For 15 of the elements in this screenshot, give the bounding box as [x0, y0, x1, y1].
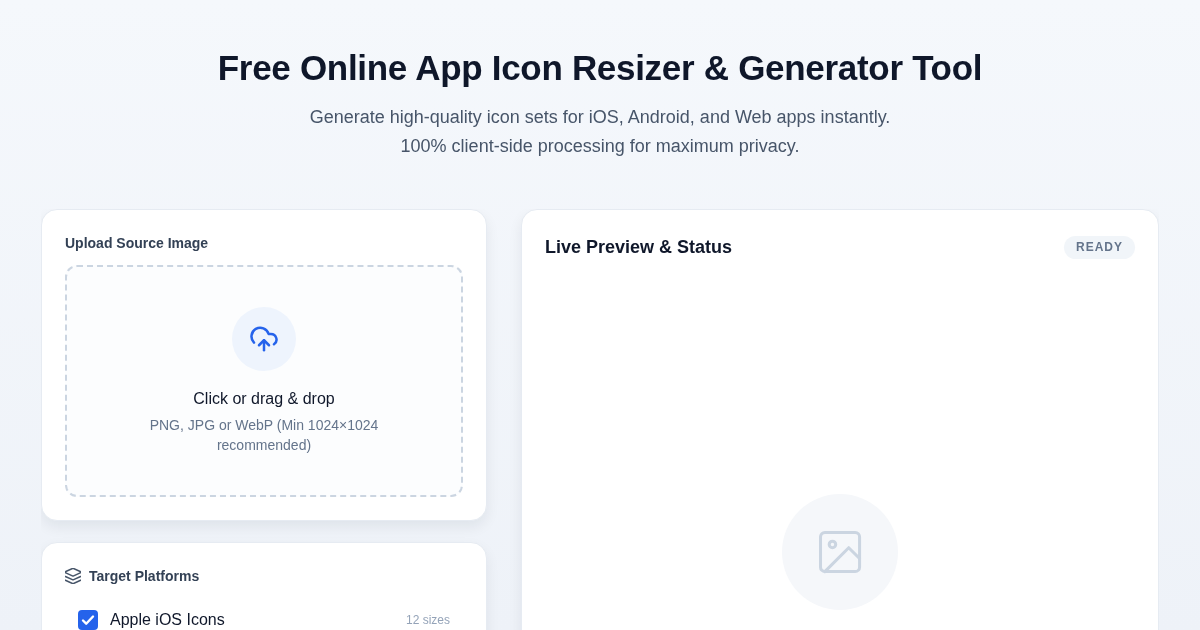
upload-label: Upload Source Image	[65, 234, 210, 253]
size-count: 12 sizes	[405, 613, 450, 627]
preview-title: Live Preview & Status	[545, 236, 733, 259]
upload-dropzone[interactable]: Click or drag & drop PNG, JPG or WebP (Min 1024×1024 recommended)	[65, 265, 463, 497]
checkbox[interactable]	[78, 610, 98, 630]
page-title: Free Online App Icon Resizer & Generator Tool	[217, 47, 983, 89]
cloud-upload-icon	[232, 307, 296, 371]
section-title: Target Platforms	[89, 567, 200, 586]
dropzone-hint: PNG, JPG or WebP (Min 1024×1024 recommended)	[148, 416, 380, 455]
image-icon	[782, 494, 898, 610]
dropzone-title: Click or drag & drop	[193, 389, 335, 409]
platform-label: Apple iOS Icons	[110, 611, 225, 629]
page-subtitle: Generate high-quality icon sets for iOS, Android, and Web apps instantly. 100% client-side processing for maximum privacy.	[308, 106, 892, 158]
status-badge: READY	[1064, 235, 1135, 259]
layers-icon	[65, 568, 81, 584]
